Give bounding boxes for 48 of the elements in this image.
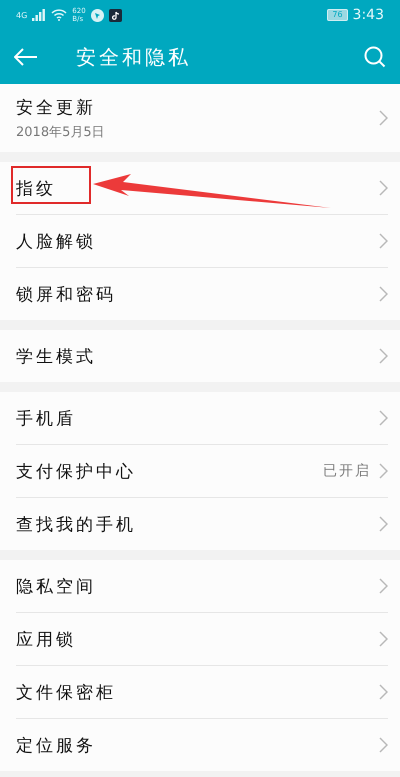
chevron-icon	[379, 110, 388, 126]
chevron-icon	[379, 737, 388, 753]
setting-label: 安全更新	[16, 96, 96, 118]
app-notification-icon	[90, 8, 104, 22]
settings-row[interactable]: 锁屏和密码	[16, 268, 388, 320]
music-note-icon	[108, 8, 122, 22]
settings-row[interactable]: 安全更新 2018年5月5日	[16, 84, 388, 152]
chevron-icon	[379, 684, 388, 700]
settings-row[interactable]: 学生模式	[16, 330, 388, 382]
chevron-icon	[379, 180, 388, 196]
setting-status: 已开启	[323, 462, 371, 480]
chevron-icon	[379, 463, 388, 479]
settings-row[interactable]: 隐私空间	[16, 560, 388, 613]
back-arrow-icon[interactable]	[14, 48, 38, 66]
settings-row[interactable]: 指纹	[16, 162, 388, 215]
settings-row[interactable]: 应用锁	[16, 613, 388, 666]
setting-label: 应用锁	[16, 628, 76, 650]
chevron-icon	[379, 578, 388, 594]
setting-label: 文件保密柜	[16, 682, 116, 704]
setting-label: 查找我的手机	[16, 514, 136, 536]
wifi-icon	[51, 9, 68, 21]
network-type: 4G	[16, 10, 28, 20]
setting-label: 学生模式	[16, 346, 96, 368]
setting-label: 指纹	[16, 178, 56, 200]
chevron-icon	[379, 348, 388, 364]
page-title: 安全和隐私	[76, 44, 192, 70]
settings-row[interactable]: 人脸解锁	[16, 215, 388, 268]
search-icon[interactable]	[364, 46, 386, 68]
settings-row[interactable]: 支付保护中心 已开启	[16, 445, 388, 498]
chevron-icon	[379, 516, 388, 532]
settings-row[interactable]: 定位服务	[16, 719, 388, 771]
chevron-icon	[379, 233, 388, 249]
chevron-icon	[379, 631, 388, 647]
setting-label: 支付保护中心	[16, 460, 136, 482]
setting-label: 隐私空间	[16, 576, 96, 598]
setting-label: 定位服务	[16, 734, 96, 756]
setting-date: 2018年5月5日	[16, 124, 105, 140]
settings-row[interactable]: 文件保密柜	[16, 666, 388, 719]
chevron-icon	[379, 410, 388, 426]
setting-label: 锁屏和密码	[16, 284, 116, 306]
settings-row[interactable]: 查找我的手机	[16, 498, 388, 550]
setting-label: 手机盾	[16, 408, 76, 430]
setting-label: 人脸解锁	[16, 230, 96, 252]
settings-row[interactable]: 手机盾	[16, 392, 388, 445]
clock: 3:43	[352, 7, 384, 23]
battery-level: 76	[327, 9, 348, 21]
signal-icon	[32, 9, 46, 21]
chevron-icon	[379, 286, 388, 302]
